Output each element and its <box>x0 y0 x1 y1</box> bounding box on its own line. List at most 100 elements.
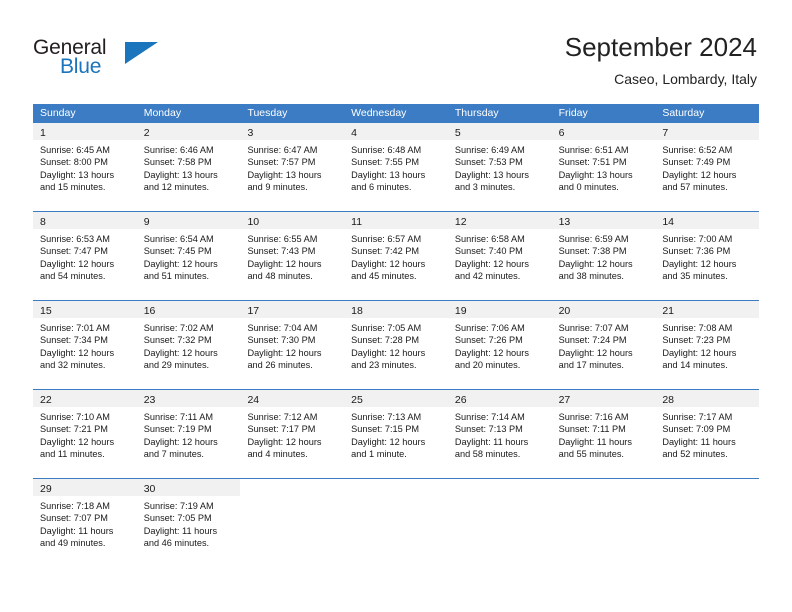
calendar-day-cell[interactable]: 9 Sunrise: 6:54 AM Sunset: 7:45 PM Daylight… <box>136 212 241 300</box>
day-number-band: 22 <box>33 390 137 407</box>
daylight-text-line1: Daylight: 12 hours <box>247 347 322 358</box>
day-cell-body: Sunrise: 6:52 AM Sunset: 7:49 PM Daylight:… <box>655 140 759 194</box>
day-number: 6 <box>558 127 565 139</box>
daylight-text-line2: and 51 minutes. <box>143 271 210 282</box>
day-cell-body: Sunrise: 7:18 AM Sunset: 7:07 PM Daylight:… <box>33 496 137 550</box>
calendar-day-cell[interactable]: 10 Sunrise: 6:55 AM Sunset: 7:43 PM Dayligh… <box>240 212 345 300</box>
daylight-text-line2: and 1 minute. <box>351 449 407 460</box>
sunrise-text: Sunrise: 7:06 AM <box>454 323 525 333</box>
daylight-text-line1: Daylight: 12 hours <box>558 258 633 269</box>
calendar-day-cell[interactable]: 1 Sunrise: 6:45 AM Sunset: 8:00 PM Daylight… <box>33 123 137 211</box>
sunrise-text: Sunrise: 7:05 AM <box>351 323 422 333</box>
day-number: 1 <box>40 127 46 139</box>
day-number: 23 <box>143 394 156 406</box>
day-cell-body: Sunrise: 6:47 AM Sunset: 7:57 PM Daylight:… <box>240 140 344 194</box>
daylight-text-line2: and 58 minutes. <box>454 449 521 460</box>
calendar-day-cell[interactable]: 4 Sunrise: 6:48 AM Sunset: 7:55 PM Daylight… <box>344 123 448 211</box>
day-number: 26 <box>454 394 467 406</box>
calendar-week-row: 15 Sunrise: 7:01 AM Sunset: 7:34 PM Dayligh… <box>33 300 760 389</box>
day-cell-body: Sunrise: 6:51 AM Sunset: 7:51 PM Daylight:… <box>552 140 656 194</box>
day-number: 9 <box>143 216 150 228</box>
day-number-band: 8 <box>33 212 137 229</box>
sunset-text: Sunset: 7:34 PM <box>40 335 108 346</box>
day-number-band: 6 <box>551 123 656 140</box>
day-cell-body: Sunrise: 6:59 AM Sunset: 7:38 PM Daylight:… <box>552 229 656 283</box>
logo-general-blue[interactable]: General Blue <box>33 36 203 84</box>
day-number-band: 13 <box>551 212 656 229</box>
calendar-day-cell[interactable]: 23 Sunrise: 7:11 AM Sunset: 7:19 PM Dayligh… <box>136 390 241 478</box>
day-number-band: 18 <box>344 301 448 318</box>
calendar-day-cell[interactable]: 20 Sunrise: 7:07 AM Sunset: 7:24 PM Dayligh… <box>551 301 656 389</box>
sunset-text: Sunset: 7:28 PM <box>351 335 420 346</box>
calendar-day-cell[interactable]: 6 Sunrise: 6:51 AM Sunset: 7:51 PM Daylight… <box>551 123 656 211</box>
calendar-day-cell[interactable]: 28 Sunrise: 7:17 AM Sunset: 7:09 PM Dayligh… <box>655 390 760 478</box>
day-number-band: 9 <box>136 212 241 229</box>
calendar-day-cell[interactable]: 16 Sunrise: 7:02 AM Sunset: 7:32 PM Dayligh… <box>136 301 241 389</box>
calendar-day-cell[interactable]: 30 Sunrise: 7:19 AM Sunset: 7:05 PM Dayligh… <box>136 479 241 567</box>
calendar-day-cell[interactable]: 24 Sunrise: 7:12 AM Sunset: 7:17 PM Dayligh… <box>240 390 345 478</box>
day-cell-body: Sunrise: 7:04 AM Sunset: 7:30 PM Daylight:… <box>240 318 344 372</box>
day-cell-body: Sunrise: 7:13 AM Sunset: 7:15 PM Daylight:… <box>344 407 448 461</box>
day-cell-body <box>240 496 344 500</box>
calendar-day-cell[interactable]: 29 Sunrise: 7:18 AM Sunset: 7:07 PM Dayligh… <box>33 479 137 567</box>
day-number-band <box>447 479 552 496</box>
calendar-week-row: 22 Sunrise: 7:10 AM Sunset: 7:21 PM Dayligh… <box>33 389 760 478</box>
daylight-text-line2: and 3 minutes. <box>454 182 516 193</box>
calendar-day-cell[interactable]: 5 Sunrise: 6:49 AM Sunset: 7:53 PM Daylight… <box>447 123 552 211</box>
calendar-day-cell-empty <box>551 479 656 567</box>
calendar-day-cell[interactable]: 12 Sunrise: 6:58 AM Sunset: 7:40 PM Dayligh… <box>447 212 552 300</box>
sunset-text: Sunset: 7:11 PM <box>558 424 626 435</box>
calendar-day-cell[interactable]: 2 Sunrise: 6:46 AM Sunset: 7:58 PM Daylight… <box>136 123 241 211</box>
sunset-text: Sunset: 7:21 PM <box>40 424 108 435</box>
sunset-text: Sunset: 7:07 PM <box>40 513 108 524</box>
daylight-text-line2: and 48 minutes. <box>247 271 313 282</box>
daylight-text-line1: Daylight: 12 hours <box>662 169 737 180</box>
day-cell-body <box>448 496 552 500</box>
calendar-day-cell[interactable]: 27 Sunrise: 7:16 AM Sunset: 7:11 PM Dayligh… <box>551 390 656 478</box>
day-number-band: 4 <box>344 123 448 140</box>
sunrise-text: Sunrise: 7:12 AM <box>247 412 318 422</box>
calendar-day-cell[interactable]: 8 Sunrise: 6:53 AM Sunset: 7:47 PM Daylight… <box>33 212 137 300</box>
calendar-day-cell[interactable]: 22 Sunrise: 7:10 AM Sunset: 7:21 PM Dayligh… <box>33 390 137 478</box>
calendar-day-cell[interactable]: 21 Sunrise: 7:08 AM Sunset: 7:23 PM Dayligh… <box>655 301 760 389</box>
sunset-text: Sunset: 7:57 PM <box>247 157 316 168</box>
day-number-band: 29 <box>33 479 137 496</box>
day-number-band: 16 <box>136 301 241 318</box>
daylight-text-line2: and 14 minutes. <box>662 360 728 371</box>
calendar-day-cell[interactable]: 17 Sunrise: 7:04 AM Sunset: 7:30 PM Dayligh… <box>240 301 345 389</box>
calendar-day-cell[interactable]: 11 Sunrise: 6:57 AM Sunset: 7:42 PM Dayligh… <box>344 212 448 300</box>
calendar-day-cell[interactable]: 7 Sunrise: 6:52 AM Sunset: 7:49 PM Daylight… <box>655 123 760 211</box>
sunrise-text: Sunrise: 6:46 AM <box>143 145 214 155</box>
calendar-day-cell[interactable]: 14 Sunrise: 7:00 AM Sunset: 7:36 PM Dayligh… <box>655 212 760 300</box>
weekday-header-sunday: Sunday <box>40 107 76 119</box>
page-subtitle: Caseo, Lombardy, Italy <box>614 71 757 87</box>
calendar-day-cell[interactable]: 25 Sunrise: 7:13 AM Sunset: 7:15 PM Dayligh… <box>344 390 448 478</box>
day-number: 13 <box>558 216 571 228</box>
day-number-band: 7 <box>655 123 760 140</box>
calendar-day-cell[interactable]: 18 Sunrise: 7:05 AM Sunset: 7:28 PM Dayligh… <box>344 301 448 389</box>
calendar-day-cell[interactable]: 19 Sunrise: 7:06 AM Sunset: 7:26 PM Dayligh… <box>447 301 552 389</box>
sunset-text: Sunset: 7:58 PM <box>143 157 212 168</box>
day-number-band: 2 <box>136 123 241 140</box>
day-number-band: 26 <box>447 390 552 407</box>
weekday-header-saturday: Saturday <box>662 107 705 119</box>
daylight-text-line2: and 9 minutes. <box>247 182 308 193</box>
calendar-day-cell[interactable]: 15 Sunrise: 7:01 AM Sunset: 7:34 PM Dayligh… <box>33 301 137 389</box>
calendar-day-cell[interactable]: 3 Sunrise: 6:47 AM Sunset: 7:57 PM Daylight… <box>240 123 345 211</box>
calendar-day-cell[interactable]: 26 Sunrise: 7:14 AM Sunset: 7:13 PM Dayligh… <box>447 390 552 478</box>
sunset-text: Sunset: 7:30 PM <box>247 335 316 346</box>
calendar-day-cell[interactable]: 13 Sunrise: 6:59 AM Sunset: 7:38 PM Dayligh… <box>551 212 656 300</box>
sunrise-text: Sunrise: 7:16 AM <box>558 412 629 422</box>
day-number-band <box>240 479 345 496</box>
sunset-text: Sunset: 7:26 PM <box>454 335 523 346</box>
sunset-text: Sunset: 7:09 PM <box>662 424 731 435</box>
daylight-text-line1: Daylight: 12 hours <box>454 347 529 358</box>
day-number: 24 <box>247 394 260 406</box>
daylight-text-line1: Daylight: 12 hours <box>662 347 737 358</box>
daylight-text-line2: and 15 minutes. <box>40 182 106 193</box>
sunrise-text: Sunrise: 6:45 AM <box>40 145 110 155</box>
day-cell-body: Sunrise: 7:11 AM Sunset: 7:19 PM Daylight:… <box>137 407 241 461</box>
day-number-band: 15 <box>33 301 137 318</box>
weekday-header-monday: Monday <box>143 107 182 119</box>
calendar-day-cell-empty <box>240 479 345 567</box>
